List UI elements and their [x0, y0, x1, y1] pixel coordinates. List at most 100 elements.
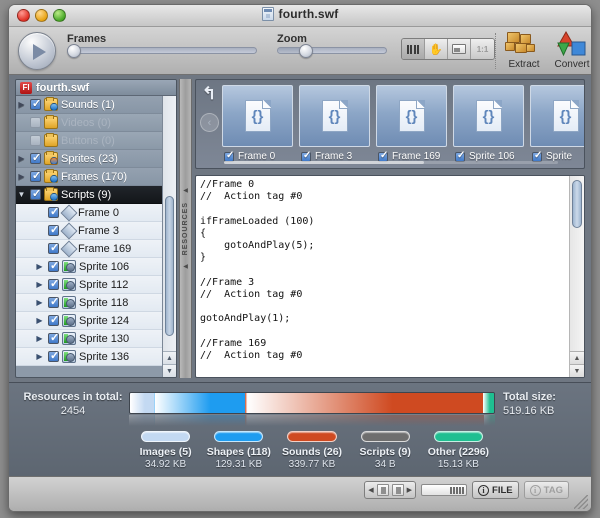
hand-tool-button[interactable]: ✋ [425, 39, 448, 59]
twisty-icon[interactable]: ▶ [34, 262, 45, 271]
tree-row-sprite-112[interactable]: ▶ Sprite 112 [16, 276, 162, 294]
thumbnail-scroll-rail[interactable] [224, 161, 558, 164]
row-checkbox[interactable] [30, 151, 41, 164]
thumbnail-checkbox[interactable] [378, 150, 388, 162]
script-page-icon: {} [398, 100, 425, 132]
twisty-icon[interactable]: ▶ [34, 316, 45, 325]
panel-splitter[interactable]: ◀ RESOURCES ◀ [179, 79, 192, 378]
small-thumbnail-icon[interactable] [376, 484, 389, 496]
stepper-left-icon[interactable]: ◀ [368, 486, 373, 494]
tree-row-label: Frame 169 [78, 242, 132, 255]
thumbnail-preview[interactable]: {} [222, 85, 293, 147]
thumbnail-item[interactable]: {}Frame 0 [222, 85, 293, 162]
row-checkbox[interactable] [48, 223, 59, 236]
splitter-collapse-right-icon[interactable]: ◀ [183, 263, 188, 270]
tree-row-sprites-23[interactable]: ▶ Sprites (23) [16, 150, 162, 168]
thumbnail-item[interactable]: {}Sprite [530, 85, 584, 162]
frames-slider-knob[interactable] [67, 44, 81, 58]
row-checkbox[interactable] [30, 135, 41, 146]
zoom-slider-track[interactable] [277, 44, 387, 58]
actual-size-button[interactable]: 1:1 [471, 39, 494, 59]
code-scroll-up-arrow[interactable]: ▲ [570, 351, 584, 364]
row-checkbox[interactable] [30, 169, 41, 182]
sidebar-scroll-down-arrow[interactable]: ▼ [163, 364, 176, 377]
thumbnail-checkbox[interactable] [224, 150, 234, 162]
size-meter[interactable] [421, 484, 468, 496]
row-checkbox[interactable] [48, 259, 59, 272]
tag-info-button[interactable]: i TAG [523, 481, 569, 499]
row-checkbox[interactable] [48, 295, 59, 308]
convert-button[interactable]: Convert [549, 30, 591, 70]
tree-row-sprite-124[interactable]: ▶ Sprite 124 [16, 312, 162, 330]
zoom-slider-knob[interactable] [298, 44, 313, 58]
thumbnail-preview[interactable]: {} [530, 85, 584, 147]
file-info-label: FILE [492, 484, 513, 496]
file-info-button[interactable]: i FILE [472, 481, 519, 499]
image-icon [452, 44, 466, 54]
code-scroll-thumb[interactable] [572, 180, 582, 228]
tree-rows[interactable]: ▶Sounds (1)▶Videos (0)▶Buttons (0)▶Sprit… [16, 96, 162, 377]
row-checkbox[interactable] [48, 313, 59, 326]
tree-row-scripts-9[interactable]: ▼ Scripts (9) [16, 186, 162, 204]
tree-row-frame-0[interactable]: ▶Frame 0 [16, 204, 162, 222]
tree-row-sounds-1[interactable]: ▶ Sounds (1) [16, 96, 162, 114]
tree-row-videos-0[interactable]: ▶Videos (0) [16, 114, 162, 132]
tree-row-frame-169[interactable]: ▶Frame 169 [16, 240, 162, 258]
sidebar-scroll-thumb[interactable] [165, 196, 174, 336]
script-page-icon: {} [321, 100, 348, 132]
tree-header: Fl fourth.swf [16, 80, 176, 96]
row-checkbox[interactable] [48, 241, 59, 254]
row-checkbox[interactable] [48, 205, 59, 218]
thumbnail-checkbox[interactable] [301, 150, 311, 162]
twisty-icon[interactable]: ▼ [16, 190, 27, 199]
info-icon: i [478, 484, 490, 496]
tree-row-frames-170[interactable]: ▶ Frames (170) [16, 168, 162, 186]
twisty-icon[interactable]: ▶ [16, 172, 27, 181]
undo-arrow-icon[interactable]: ↰ [202, 84, 216, 104]
twisty-icon[interactable]: ▶ [34, 352, 45, 361]
large-thumbnail-icon[interactable] [391, 484, 404, 496]
tree-row-sprite-106[interactable]: ▶ Sprite 106 [16, 258, 162, 276]
thumbnail-item[interactable]: {}Frame 169 [376, 85, 447, 162]
twisty-icon[interactable]: ▶ [16, 154, 27, 163]
splitter-collapse-left-icon[interactable]: ◀ [183, 187, 188, 194]
legend-swatch [141, 431, 191, 442]
twisty-icon[interactable]: ▶ [34, 280, 45, 289]
thumbnail-checkbox[interactable] [532, 150, 542, 162]
row-checkbox[interactable] [30, 187, 41, 200]
tree-row-buttons-0[interactable]: ▶Buttons (0) [16, 132, 162, 150]
thumbnail-prev-button[interactable]: ‹ [200, 113, 219, 132]
script-icon [62, 350, 76, 363]
frames-slider-track[interactable] [67, 44, 257, 58]
sidebar-scrollbar[interactable]: ▲ ▼ [162, 96, 176, 377]
tree-row-sprite-136[interactable]: ▶ Sprite 136 [16, 348, 162, 366]
twisty-icon[interactable]: ▶ [16, 100, 27, 109]
row-checkbox[interactable] [48, 331, 59, 344]
thumbnail-preview[interactable]: {} [376, 85, 447, 147]
twisty-icon[interactable]: ▶ [34, 298, 45, 307]
row-checkbox[interactable] [48, 277, 59, 290]
extract-button[interactable]: Extract [501, 30, 547, 70]
thumbnail-preview[interactable]: {} [453, 85, 524, 147]
stepper-right-icon[interactable]: ▶ [407, 486, 412, 494]
thumbnail-item[interactable]: {}Sprite 106 [453, 85, 524, 162]
preview-view-button[interactable] [448, 39, 471, 59]
thumbnail-preview[interactable]: {} [299, 85, 370, 147]
tree-row-sprite-130[interactable]: ▶ Sprite 130 [16, 330, 162, 348]
row-checkbox[interactable] [30, 117, 41, 128]
code-scroll-down-arrow[interactable]: ▼ [570, 364, 584, 377]
thumbnail-size-stepper[interactable]: ◀ ▶ [364, 481, 417, 499]
row-checkbox[interactable] [48, 349, 59, 362]
thumbnail-items[interactable]: {}Frame 0{}Frame 3{}Frame 169{}Sprite 10… [222, 85, 584, 162]
twisty-icon[interactable]: ▶ [34, 334, 45, 343]
play-button[interactable] [18, 32, 56, 70]
code-scrollbar[interactable]: ▲ ▼ [569, 176, 584, 377]
filmstrip-view-button[interactable] [402, 39, 425, 59]
tree-row-frame-3[interactable]: ▶Frame 3 [16, 222, 162, 240]
thumbnail-item[interactable]: {}Frame 3 [299, 85, 370, 162]
resize-grip[interactable] [574, 495, 588, 509]
thumbnail-checkbox[interactable] [455, 150, 465, 162]
sidebar-scroll-up-arrow[interactable]: ▲ [163, 351, 176, 364]
tree-row-sprite-118[interactable]: ▶ Sprite 118 [16, 294, 162, 312]
row-checkbox[interactable] [30, 97, 41, 110]
